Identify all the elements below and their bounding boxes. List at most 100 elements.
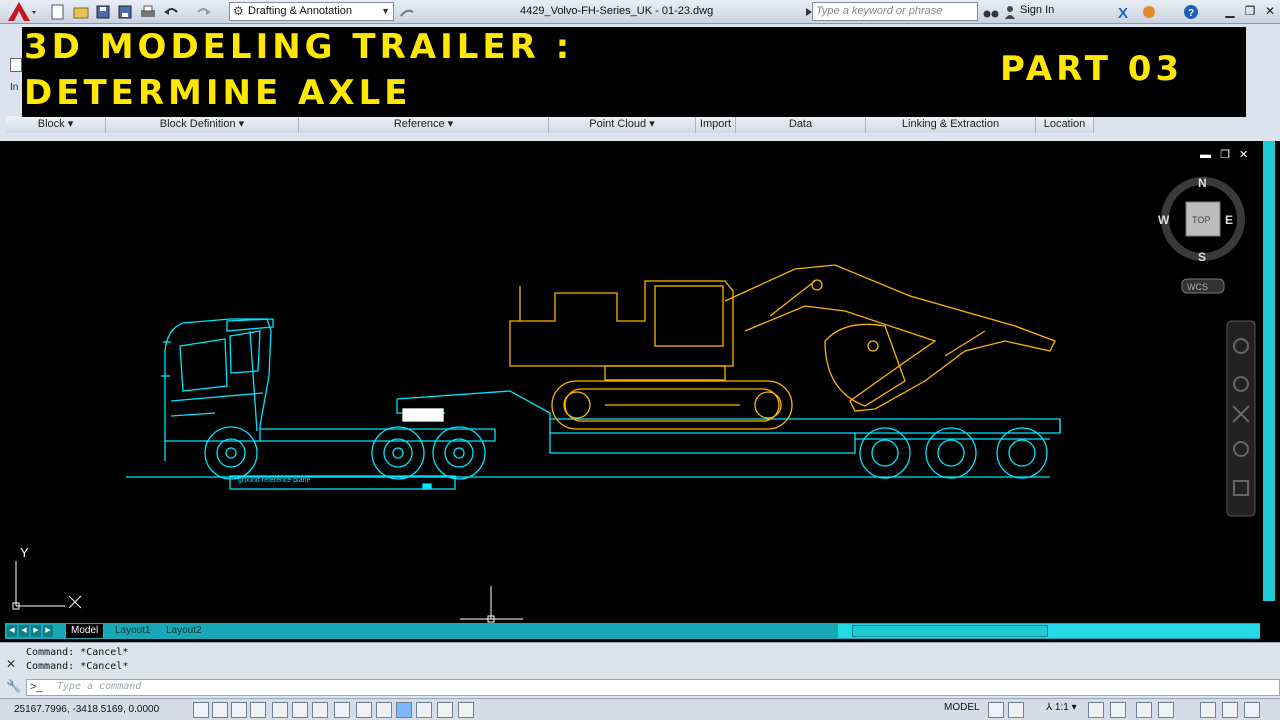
command-input[interactable]: >_ Type a command xyxy=(26,679,1280,696)
restore-button[interactable]: ❐ xyxy=(1242,3,1258,19)
truck-cab xyxy=(161,318,274,461)
wrench-icon[interactable]: 🔧 xyxy=(6,679,21,693)
binoculars-icon[interactable] xyxy=(982,3,1000,21)
annotation-monitor-icon[interactable] xyxy=(458,702,474,718)
panel-data[interactable]: Data xyxy=(736,116,866,133)
quick-view-layouts-icon[interactable] xyxy=(988,702,1004,718)
quick-properties-icon[interactable] xyxy=(416,702,432,718)
sign-in-link[interactable]: Sign In xyxy=(1020,4,1054,16)
tab-layout1[interactable]: Layout1 xyxy=(110,624,156,638)
viewport-restore-icon[interactable]: ❐ xyxy=(1220,149,1230,161)
document-title: 4429_Volvo-FH-Series_UK - 01-23.dwg xyxy=(520,5,714,17)
clean-screen-icon[interactable] xyxy=(1244,702,1260,718)
annotation-visibility-icon[interactable] xyxy=(1088,702,1104,718)
help-icon[interactable]: ? xyxy=(1182,3,1200,21)
viewcube-face[interactable]: TOP xyxy=(1192,215,1210,225)
otrack-toggle-icon[interactable] xyxy=(312,702,328,718)
dyn-toggle-icon[interactable] xyxy=(356,702,372,718)
horizontal-scrollbar-thumb[interactable] xyxy=(852,625,1048,637)
close-button[interactable]: ✕ xyxy=(1262,3,1278,19)
ortho-toggle-icon[interactable] xyxy=(231,702,247,718)
share-icon[interactable] xyxy=(398,3,416,21)
gear-icon: ⚙ xyxy=(233,4,244,18)
vertical-scrollbar[interactable] xyxy=(1263,141,1275,601)
autoscale-icon[interactable] xyxy=(1110,702,1126,718)
save-as-icon[interactable] xyxy=(116,3,134,21)
command-history-line: Command: *Cancel* xyxy=(26,647,129,658)
osnap-toggle-icon[interactable] xyxy=(272,702,288,718)
undo-icon[interactable] xyxy=(162,3,180,21)
annotation-scale[interactable]: ⅄ 1:1 ▾ xyxy=(1046,702,1077,713)
tab-layout2[interactable]: Layout2 xyxy=(161,624,207,638)
redo-icon[interactable] xyxy=(195,3,213,21)
search-input[interactable]: Type a keyword or phrase xyxy=(812,2,978,21)
panel-block[interactable]: Block ▾ xyxy=(6,116,106,133)
viewcube-south: S xyxy=(1198,250,1206,264)
exchange-icon[interactable]: X xyxy=(1116,3,1134,21)
snap-toggle-icon[interactable] xyxy=(193,702,209,718)
autodesk-360-icon[interactable] xyxy=(1140,3,1158,21)
transparency-toggle-icon[interactable] xyxy=(396,702,412,718)
workspace-switching-icon[interactable] xyxy=(1136,702,1152,718)
workspace-label: Drafting & Annotation xyxy=(248,5,352,17)
grid-toggle-icon[interactable] xyxy=(212,702,228,718)
model-space-button[interactable]: MODEL xyxy=(944,702,980,713)
polar-toggle-icon[interactable] xyxy=(250,702,266,718)
viewport-controls: ▬ ❐ ✕ xyxy=(1200,148,1254,161)
trailer-wheels xyxy=(855,427,1050,479)
excavator xyxy=(509,264,1056,430)
lineweight-toggle-icon[interactable] xyxy=(376,702,392,718)
panel-linking-extraction[interactable]: Linking & Extraction xyxy=(866,116,1036,133)
selection-cycling-icon[interactable] xyxy=(437,702,453,718)
tab-last-icon[interactable]: ▶ xyxy=(43,625,53,637)
workspace-select[interactable]: ⚙ Drafting & Annotation ▼ xyxy=(229,2,394,21)
3d-osnap-toggle-icon[interactable] xyxy=(292,702,308,718)
viewcube-west: W xyxy=(1158,213,1170,227)
hardware-acceleration-icon[interactable] xyxy=(1200,702,1216,718)
user-icon xyxy=(1004,3,1016,21)
overlay-title-line1: 3D MODELING TRAILER : xyxy=(24,27,574,67)
tab-first-icon[interactable]: ◀ xyxy=(7,625,17,637)
command-history: Command: *Cancel* Command: *Cancel* xyxy=(26,646,128,674)
viewport-close-icon[interactable]: ✕ xyxy=(1239,149,1248,161)
lock-icon[interactable] xyxy=(1158,702,1174,718)
print-icon[interactable] xyxy=(139,3,157,21)
reference-marker xyxy=(422,483,432,490)
ribbon-panel-bar: Block ▾ Block Definition ▾ Reference ▾ P… xyxy=(6,116,1096,133)
ribbon-tool-icon[interactable] xyxy=(10,58,22,72)
overlay-title-line2: DETERMINE AXLE xyxy=(24,73,412,113)
tab-prev-icon[interactable]: ◀ xyxy=(19,625,29,637)
tab-model[interactable]: Model xyxy=(65,624,105,638)
viewport-minimize-icon[interactable]: ▬ xyxy=(1200,149,1211,161)
drawing-canvas[interactable]: Y N S E W TOP WCS xyxy=(5,141,1260,623)
viewport-frame xyxy=(0,134,1280,141)
minimize-button[interactable]: ▁ xyxy=(1222,3,1238,19)
panel-block-definition[interactable]: Block Definition ▾ xyxy=(106,116,299,133)
panel-import[interactable]: Import xyxy=(696,116,736,133)
isolate-objects-icon[interactable] xyxy=(1222,702,1238,718)
tab-next-icon[interactable]: ▶ xyxy=(31,625,41,637)
ucs-icon xyxy=(12,561,82,610)
svg-text:?: ? xyxy=(1188,8,1194,19)
navigation-bar[interactable] xyxy=(1226,320,1256,517)
viewcube[interactable] xyxy=(1161,177,1245,294)
truck-wheels xyxy=(204,426,486,480)
viewcube-north: N xyxy=(1198,176,1207,190)
ducs-toggle-icon[interactable] xyxy=(334,702,350,718)
close-icon[interactable]: ✕ xyxy=(6,657,16,671)
open-icon[interactable] xyxy=(72,3,90,21)
ribbon-tool-fragment: In xyxy=(10,82,19,93)
command-history-line: Command: *Cancel* xyxy=(26,661,129,672)
panel-reference[interactable]: Reference ▾ xyxy=(299,116,549,133)
panel-point-cloud[interactable]: Point Cloud ▾ xyxy=(549,116,696,133)
save-icon[interactable] xyxy=(94,3,112,21)
viewcube-wcs[interactable]: WCS xyxy=(1187,282,1208,292)
application-menu-button[interactable] xyxy=(4,1,38,23)
drawing-viewport[interactable]: Y N S E W TOP WCS xyxy=(5,141,1260,623)
new-icon[interactable] xyxy=(49,3,67,21)
fifth-wheel xyxy=(402,408,444,422)
command-prompt-icon[interactable]: >_ xyxy=(30,681,43,693)
coordinate-readout[interactable]: 25167.7996, -3418.5169, 0.0000 xyxy=(14,704,159,715)
quick-view-drawings-icon[interactable] xyxy=(1008,702,1024,718)
panel-location[interactable]: Location xyxy=(1036,116,1094,133)
